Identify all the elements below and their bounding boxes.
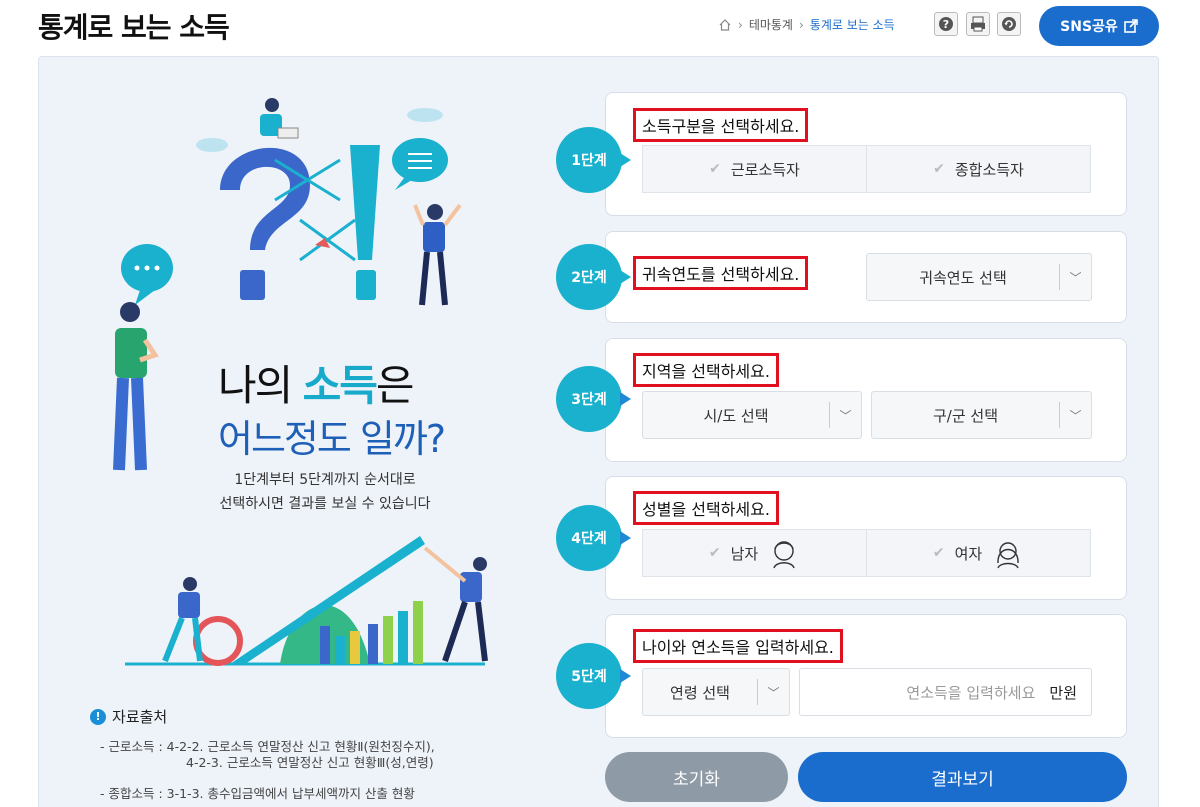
option-comprehensive-income[interactable]: ✔ 종합소득자	[867, 146, 1090, 192]
option-label: 종합소득자	[954, 160, 1024, 179]
step-3-badge: 3단계	[556, 366, 631, 432]
source-title: ! 자료출처	[90, 706, 167, 727]
svg-text:?: ?	[943, 18, 949, 31]
chevron-down-icon: ﹀	[829, 402, 861, 428]
year-select[interactable]: 귀속연도 선택 ﹀	[866, 253, 1092, 301]
check-icon: ✔	[933, 161, 945, 177]
headline-post: 은	[375, 361, 415, 410]
step-5-question: 나이와 연소득을 입력하세요.	[633, 629, 843, 663]
chevron-down-icon: ﹀	[1059, 402, 1091, 428]
step-1-question: 소득구분을 선택하세요.	[633, 108, 809, 142]
headline-pre: 나의	[218, 361, 303, 410]
intro-desc-line1: 1단계부터 5단계까지 순서대로	[234, 472, 416, 488]
option-label: 여자	[954, 544, 983, 563]
chevron-down-icon: ﹀	[1059, 264, 1091, 290]
intro-description: 1단계부터 5단계까지 순서대로 선택하시면 결과를 보실 수 있습니다	[160, 468, 490, 516]
growth-chart-illustration	[125, 536, 488, 666]
intro-headline: 나의 소득은	[218, 352, 415, 413]
breadcrumb-item[interactable]: 테마통계	[749, 16, 793, 33]
chevron-down-icon: ﹀	[757, 679, 789, 705]
province-select[interactable]: 시/도 선택 ﹀	[642, 391, 862, 439]
chevron-right-icon: ›	[738, 17, 743, 32]
gender-selector: ✔ 남자 ✔ 여자	[642, 529, 1091, 577]
info-icon: !	[90, 708, 106, 725]
share-icon	[1124, 19, 1138, 33]
intro-headline-line2: 어느정도 일까?	[218, 417, 446, 461]
male-face-icon	[773, 541, 795, 569]
source-line: - 종합소득 : 3-1-3. 총수입금액에서 납부세액까지 산출 현황	[100, 786, 415, 801]
age-select-value: 연령 선택	[670, 683, 730, 702]
page-title: 통계로 보는 소득	[38, 11, 230, 44]
refresh-icon	[1002, 17, 1016, 31]
step-1-badge: 1단계	[556, 127, 631, 193]
chevron-right-icon: ›	[798, 17, 804, 32]
province-select-value: 시/도 선택	[703, 406, 769, 425]
step-5-badge: 5단계	[556, 643, 631, 709]
headline-highlight: 소득	[302, 361, 378, 410]
income-unit: 만원	[1049, 683, 1077, 702]
source-line: 4-2-3. 근로소득 연말정산 신고 현황Ⅲ(성,연령)	[186, 755, 434, 770]
print-icon	[971, 16, 985, 32]
breadcrumb-item[interactable]: 통계로 보는 소득	[810, 16, 895, 33]
income-placeholder: 연소득을 입력하세요	[906, 683, 1036, 702]
option-label: 근로소득자	[730, 160, 800, 179]
year-select-value: 귀속연도 선택	[919, 268, 1007, 287]
step-4-badge: 4단계	[556, 505, 631, 571]
check-icon: ✔	[709, 161, 721, 177]
district-select[interactable]: 구/군 선택 ﹀	[871, 391, 1092, 439]
option-earned-income[interactable]: ✔ 근로소득자	[643, 146, 867, 192]
source-title-label: 자료출처	[112, 708, 168, 726]
question-icon: ?	[939, 17, 953, 31]
step-2-badge: 2단계	[556, 244, 631, 310]
step-4-question: 성별을 선택하세요.	[633, 491, 779, 525]
option-male[interactable]: ✔ 남자	[643, 530, 867, 576]
check-icon: ✔	[932, 545, 945, 561]
home-icon[interactable]	[718, 18, 732, 32]
district-select-value: 구/군 선택	[932, 406, 999, 425]
refresh-button[interactable]	[997, 12, 1021, 36]
female-face-icon	[997, 542, 1019, 569]
step-2-question: 귀속연도를 선택하세요.	[633, 256, 809, 290]
breadcrumb: › 테마통계 › 통계로 보는 소득	[718, 16, 895, 33]
view-result-button[interactable]: 결과보기	[798, 752, 1127, 802]
annual-income-input[interactable]: 연소득을 입력하세요 만원	[799, 668, 1092, 716]
income-type-selector: ✔ 근로소득자 ✔ 종합소득자	[642, 145, 1091, 193]
print-button[interactable]	[966, 12, 990, 36]
thinking-person-illustration	[113, 302, 159, 471]
step-3-question: 지역을 선택하세요.	[633, 353, 779, 387]
check-icon: ✔	[708, 545, 721, 561]
help-button[interactable]: ?	[934, 12, 958, 36]
option-label: 남자	[730, 544, 759, 563]
option-female[interactable]: ✔ 여자	[867, 530, 1090, 576]
reset-button[interactable]: 초기화	[605, 752, 788, 802]
intro-desc-line2: 선택하시면 결과를 보실 수 있습니다	[219, 496, 431, 512]
age-select[interactable]: 연령 선택 ﹀	[642, 668, 790, 716]
sns-share-button[interactable]: SNS공유	[1039, 6, 1159, 46]
sns-share-label: SNS공유	[1060, 19, 1118, 35]
